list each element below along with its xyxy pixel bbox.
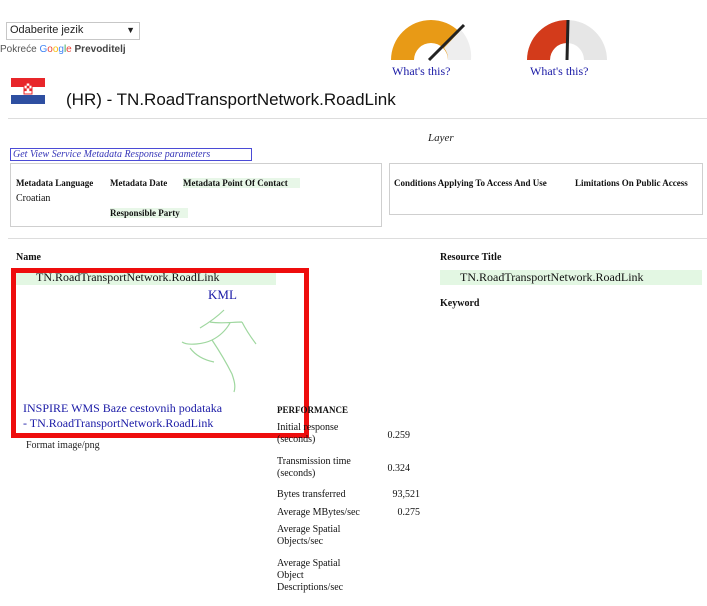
metadata-date-label: Metadata Date	[110, 178, 168, 188]
metadata-panel	[10, 163, 382, 227]
perf-value: 0.275	[397, 507, 421, 518]
perf-label: Initial response (seconds)	[277, 422, 339, 445]
get-view-service-metadata-button[interactable]: Get View Service Metadata Response param…	[10, 148, 252, 161]
perf-label: Transmission time (seconds)	[277, 456, 351, 479]
name-label: Name	[16, 252, 41, 263]
perf-label: Average MBytes/sec	[277, 507, 360, 518]
perf-label: Average Spatial Objects/sec	[277, 524, 341, 547]
performance-whats-this-link[interactable]: What's this?	[530, 64, 588, 79]
availability-whats-this-link[interactable]: What's this?	[392, 64, 450, 79]
highlight-box	[11, 268, 309, 438]
croatia-flag-icon	[11, 78, 45, 104]
perf-label: Bytes transferred	[277, 489, 346, 500]
perf-value: 0.259	[387, 430, 411, 441]
divider	[8, 238, 707, 239]
chevron-down-icon: ▼	[126, 25, 135, 35]
metadata-language-value: Croatian	[16, 193, 51, 204]
powered-by-google: Pokreće Google Prevoditelj	[0, 44, 126, 55]
layer-label: Layer	[428, 132, 454, 144]
performance-gauge-icon	[527, 19, 607, 61]
resource-title-value: TN.RoadTransportNetwork.RoadLink	[440, 270, 702, 285]
powered-prefix: Pokreće	[0, 44, 37, 55]
perf-label: Average Spatial Object Descriptions/sec	[277, 558, 344, 593]
perf-value: 93,521	[392, 489, 421, 500]
limitations-label: Limitations On Public Access	[575, 178, 688, 188]
divider	[8, 118, 707, 119]
availability-gauge-icon	[391, 20, 472, 62]
performance-heading: PERFORMANCE	[277, 405, 348, 415]
resource-title-label: Resource Title	[440, 252, 502, 263]
conditions-label: Conditions Applying To Access And Use	[394, 178, 547, 188]
language-select[interactable]: Odaberite jezik ▼	[6, 22, 140, 40]
conditions-panel	[389, 163, 703, 215]
responsible-party-label: Responsible Party	[110, 208, 188, 218]
google-letter: e	[66, 44, 72, 55]
perf-value: 0.324	[387, 463, 411, 474]
language-select-value: Odaberite jezik	[10, 24, 84, 36]
metadata-language-label: Metadata Language	[16, 178, 94, 188]
translator-link[interactable]: Prevoditelj	[75, 44, 126, 55]
page-title: (HR) - TN.RoadTransportNetwork.RoadLink	[66, 90, 396, 109]
format-label: Format image/png	[26, 440, 100, 451]
keyword-label: Keyword	[440, 298, 480, 309]
metadata-contact-label: Metadata Point Of Contact	[183, 178, 300, 188]
